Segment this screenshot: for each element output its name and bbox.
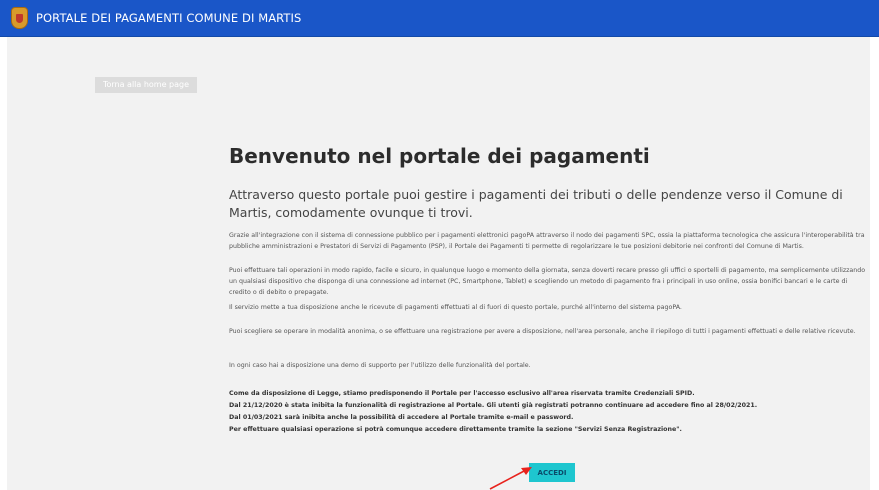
home-page-link[interactable]: Torna alla home page — [95, 77, 197, 93]
demo-paragraph: In ogni caso hai a disposizione una demo… — [229, 362, 531, 369]
login-notice: Dal 01/03/2021 sarà inibita anche la pos… — [229, 414, 574, 421]
red-arrow-icon — [489, 467, 532, 490]
receipts-paragraph: Il servizio mette a tua disposizione anc… — [229, 304, 682, 311]
registration-paragraph: Puoi scegliere se operare in modalità an… — [229, 328, 856, 335]
top-bar: PORTALE DEI PAGAMENTI COMUNE DI MARTIS — [0, 0, 879, 37]
intro-paragraph: Grazie all'integrazione con il sistema d… — [229, 232, 865, 250]
registration-notice: Dal 21/12/2020 è stata inibita la funzio… — [229, 402, 758, 409]
app-title: PORTALE DEI PAGAMENTI COMUNE DI MARTIS — [36, 11, 302, 25]
page-title: Benvenuto nel portale dei pagamenti — [229, 144, 650, 168]
coat-of-arms-icon — [11, 7, 28, 29]
how-to-paragraph: Puoi effettuare tali operazioni in modo … — [229, 267, 866, 296]
spid-notice: Come da disposizione di Legge, stiamo pr… — [229, 390, 695, 397]
lead-text: Attraverso questo portale puoi gestire i… — [229, 187, 843, 220]
services-notice: Per effettuare qualsiasi operazione si p… — [229, 426, 682, 433]
